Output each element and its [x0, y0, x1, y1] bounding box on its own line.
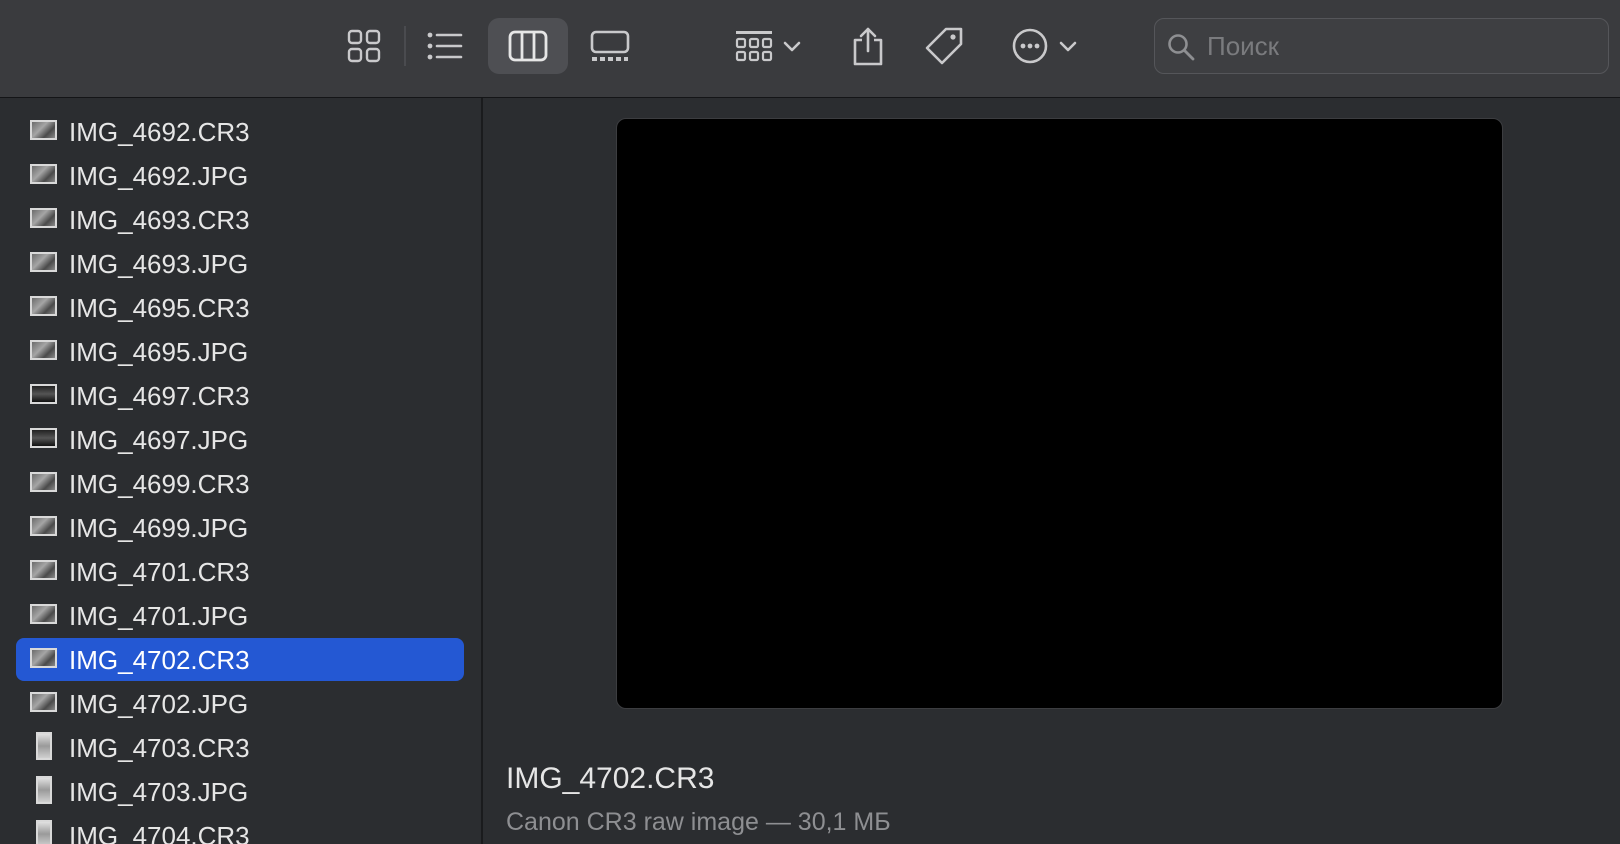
preview-file-name: IMG_4702.CR3 — [506, 762, 715, 795]
file-row[interactable]: IMG_4697.CR3 — [16, 374, 464, 417]
preview-file-info: Canon CR3 raw image — 30,1 МБ — [506, 808, 891, 836]
image-thumbnail-icon — [30, 692, 57, 712]
gallery-icon — [590, 30, 630, 61]
file-row[interactable]: IMG_4702.JPG — [16, 682, 464, 725]
file-name: IMG_4703.CR3 — [69, 733, 250, 763]
image-thumbnail-icon — [30, 252, 57, 272]
columns-icon — [508, 30, 548, 62]
tag-icon — [925, 27, 963, 65]
group-grid-icon — [735, 31, 773, 62]
chevron-down-icon — [1059, 41, 1077, 52]
image-thumbnail-icon — [30, 296, 57, 316]
preview-image — [616, 118, 1503, 709]
icon-view-button[interactable] — [334, 18, 394, 74]
more-actions-button[interactable] — [1002, 18, 1086, 74]
image-thumbnail-icon — [30, 120, 57, 140]
list-icon — [427, 32, 463, 60]
file-name: IMG_4701.CR3 — [69, 557, 250, 587]
file-name: IMG_4697.CR3 — [69, 381, 250, 411]
image-thumbnail-icon — [30, 604, 57, 624]
file-row[interactable]: IMG_4693.CR3 — [16, 198, 464, 241]
share-icon — [853, 27, 883, 66]
file-name: IMG_4692.CR3 — [69, 117, 250, 147]
list-view-button[interactable] — [415, 18, 475, 74]
file-row[interactable]: IMG_4703.CR3 — [16, 726, 464, 769]
file-row[interactable]: IMG_4692.CR3 — [16, 110, 464, 153]
file-row[interactable]: IMG_4699.JPG — [16, 506, 464, 549]
image-thumbnail-icon — [30, 560, 57, 580]
group-by-button[interactable] — [726, 18, 810, 74]
file-row[interactable]: IMG_4699.CR3 — [16, 462, 464, 505]
image-thumbnail-icon — [36, 776, 52, 804]
image-thumbnail-icon — [30, 208, 57, 228]
file-row[interactable]: IMG_4692.JPG — [16, 154, 464, 197]
file-row[interactable]: IMG_4695.CR3 — [16, 286, 464, 329]
file-row[interactable]: IMG_4704.CR3 — [16, 814, 464, 844]
file-name: IMG_4704.CR3 — [69, 821, 250, 844]
file-name: IMG_4693.JPG — [69, 249, 249, 279]
image-thumbnail-icon — [36, 820, 52, 844]
file-name: IMG_4695.CR3 — [69, 293, 250, 323]
file-row[interactable]: IMG_4703.JPG — [16, 770, 464, 813]
file-name: IMG_4702.CR3 — [69, 645, 250, 675]
file-row[interactable]: IMG_4695.JPG — [16, 330, 464, 373]
search-field[interactable] — [1154, 18, 1609, 74]
gallery-view-button[interactable] — [578, 18, 642, 74]
preview-pane: IMG_4702.CR3 Canon CR3 raw image — 30,1 … — [485, 98, 1620, 844]
image-thumbnail-icon — [36, 732, 52, 760]
file-row[interactable]: IMG_4701.CR3 — [16, 550, 464, 593]
file-name: IMG_4699.JPG — [69, 513, 249, 543]
toolbar-separator — [404, 26, 406, 66]
chevron-down-icon — [783, 41, 801, 52]
image-thumbnail-icon — [30, 340, 57, 360]
file-row[interactable]: IMG_4701.JPG — [16, 594, 464, 637]
ellipsis-circle-icon — [1012, 28, 1048, 64]
file-row[interactable]: IMG_4693.JPG — [16, 242, 464, 285]
file-row[interactable]: IMG_4697.JPG — [16, 418, 464, 461]
toolbar — [0, 0, 1620, 98]
column-view-button[interactable] — [488, 18, 568, 74]
image-thumbnail-icon — [30, 428, 57, 448]
file-column: IMG_4692.CR3 IMG_4692.JPG IMG_4693.CR3 I… — [0, 98, 483, 844]
file-name: IMG_4693.CR3 — [69, 205, 250, 235]
file-name: IMG_4692.JPG — [69, 161, 249, 191]
search-input[interactable] — [1207, 27, 1597, 65]
file-name: IMG_4697.JPG — [69, 425, 249, 455]
grid-icon — [347, 29, 381, 63]
file-name: IMG_4702.JPG — [69, 689, 249, 719]
file-row-selected[interactable]: IMG_4702.CR3 — [16, 638, 464, 681]
image-thumbnail-icon — [30, 516, 57, 536]
image-thumbnail-icon — [30, 384, 57, 404]
file-name: IMG_4703.JPG — [69, 777, 249, 807]
file-name: IMG_4699.CR3 — [69, 469, 250, 499]
file-name: IMG_4695.JPG — [69, 337, 249, 367]
search-icon — [1168, 34, 1195, 61]
file-name: IMG_4701.JPG — [69, 601, 249, 631]
image-thumbnail-icon — [30, 472, 57, 492]
tag-button[interactable] — [916, 18, 972, 74]
image-thumbnail-icon — [30, 648, 57, 668]
share-button[interactable] — [840, 18, 896, 74]
image-thumbnail-icon — [30, 164, 57, 184]
